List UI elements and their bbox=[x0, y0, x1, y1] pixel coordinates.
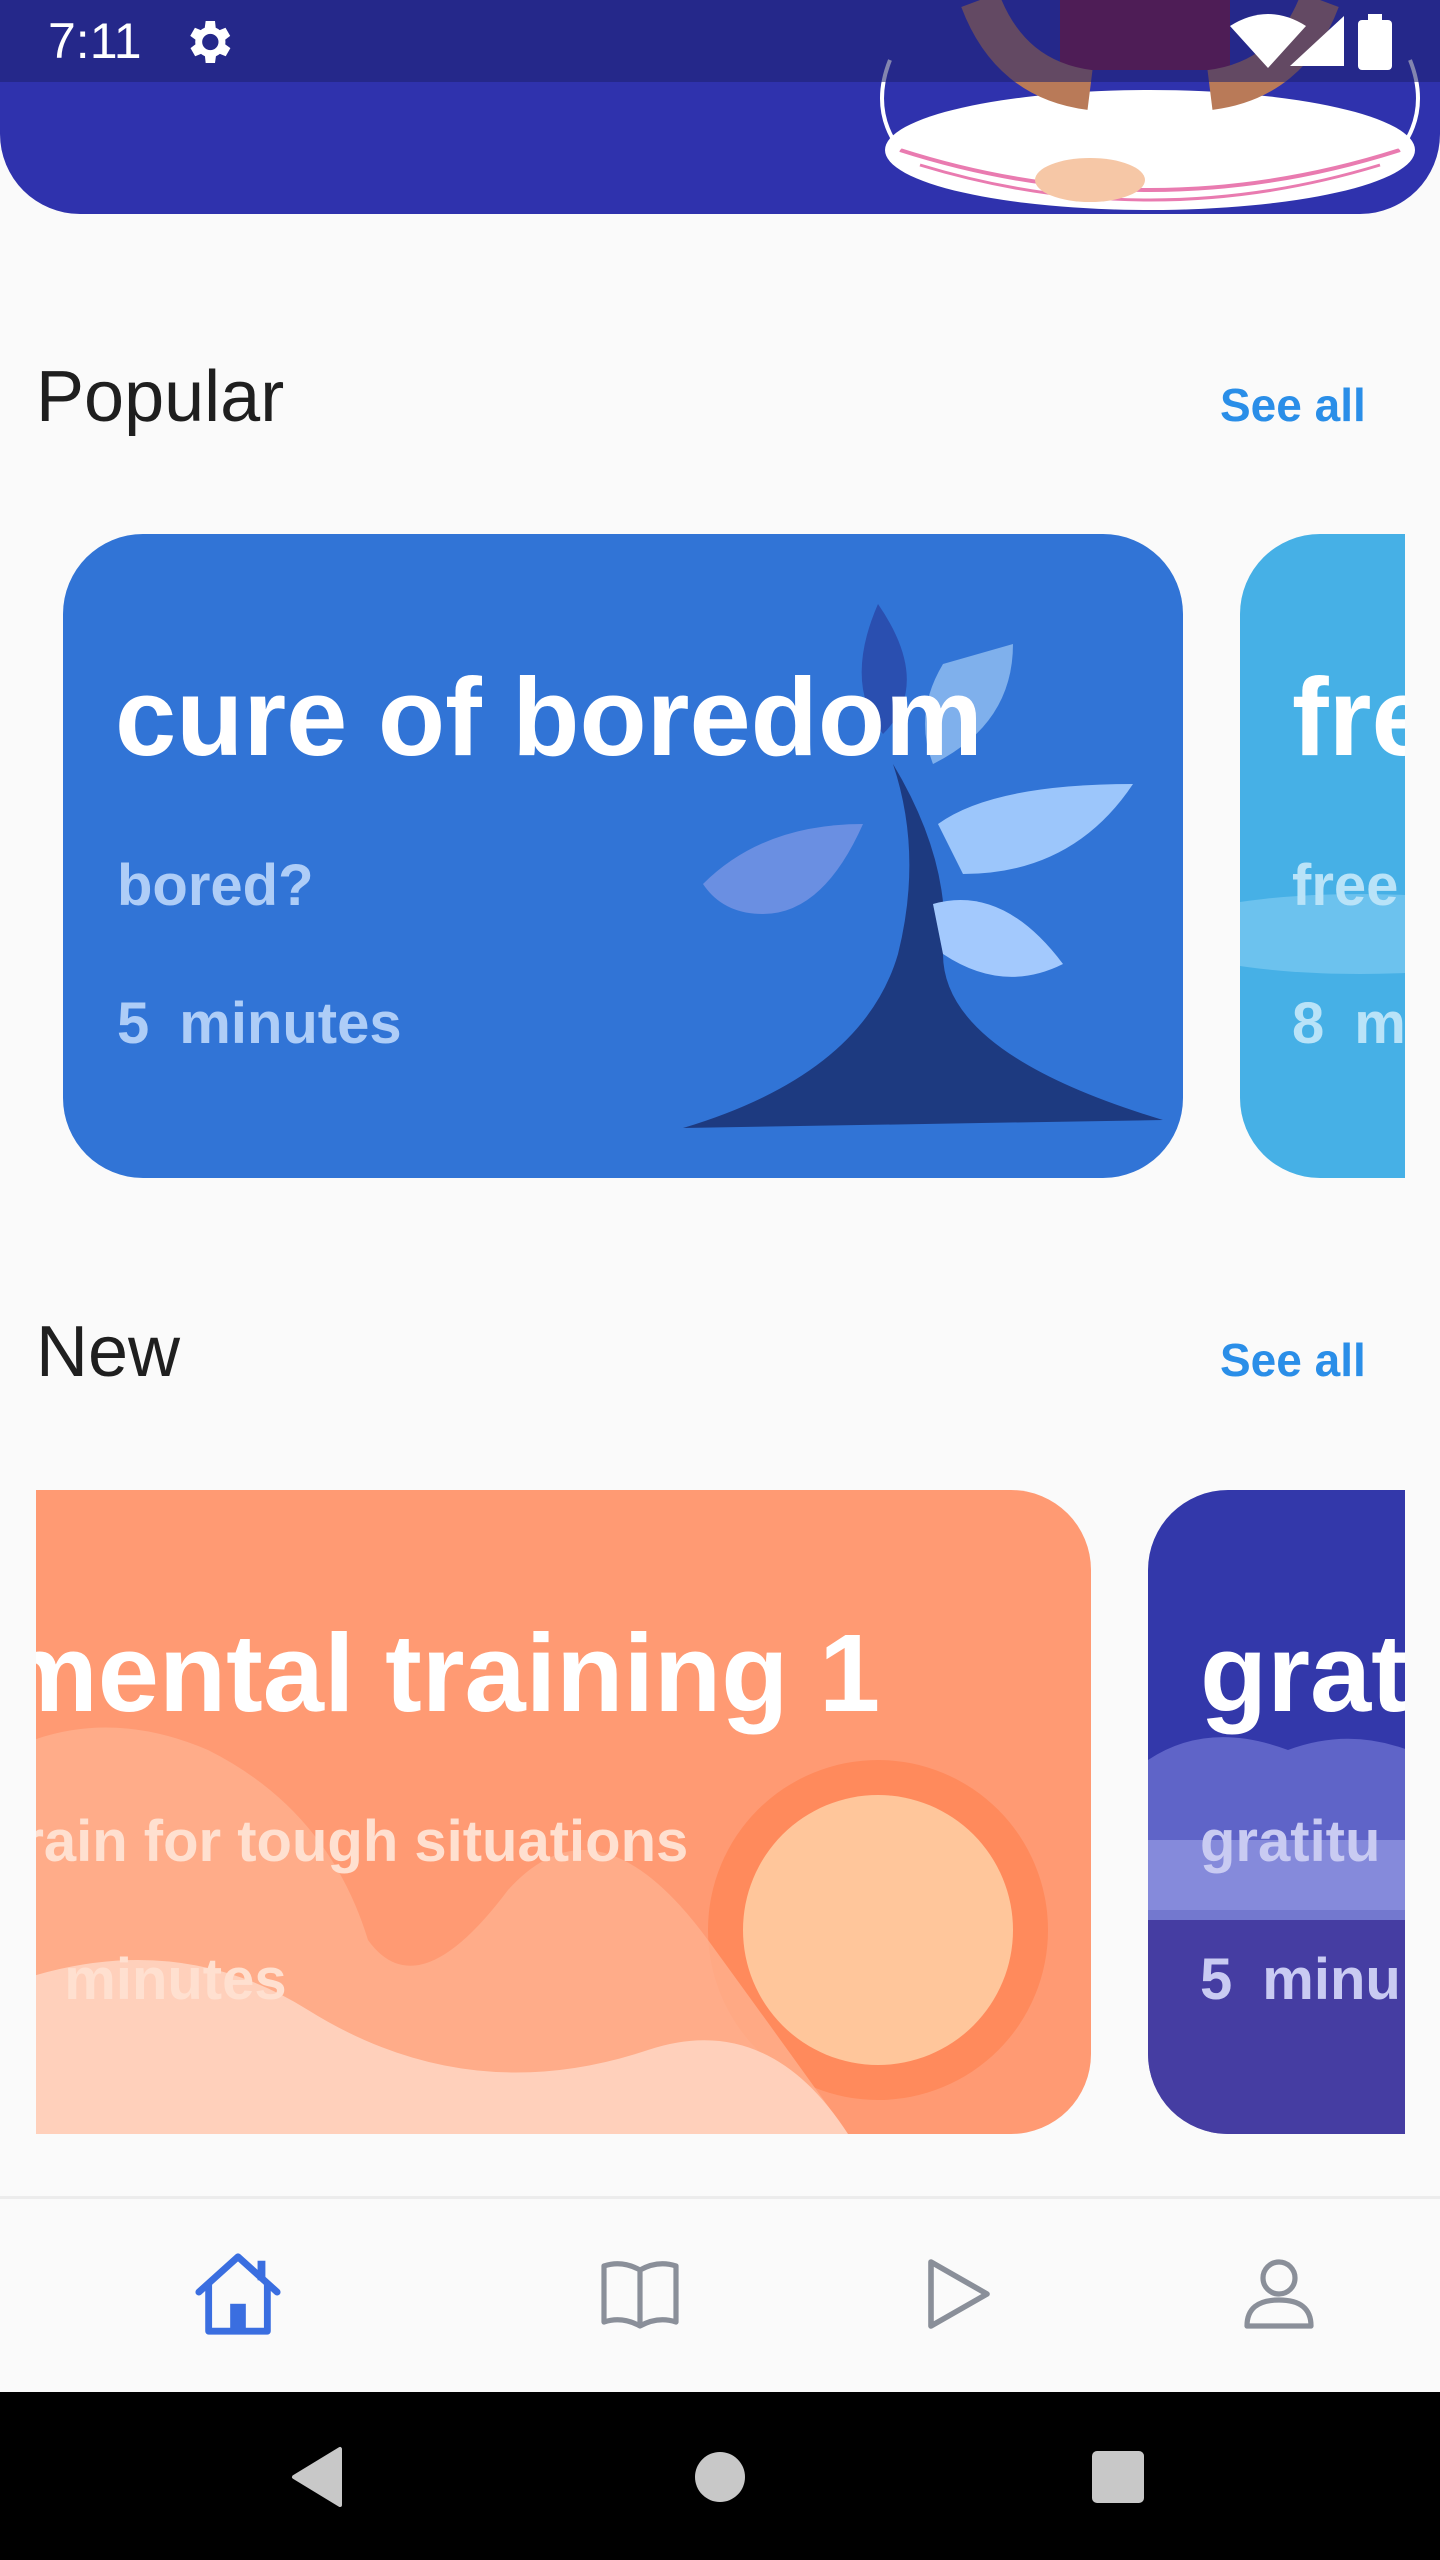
book-icon bbox=[601, 2261, 679, 2329]
new-carousel[interactable]: mental training 1 train for tough situat… bbox=[36, 1490, 1405, 2134]
battery-icon bbox=[1358, 14, 1392, 70]
card-title: grat bbox=[1200, 1612, 1405, 1735]
card-subtitle: bored? bbox=[117, 853, 314, 918]
card-duration: 5 minu bbox=[1200, 1946, 1405, 2013]
system-navigation-bar bbox=[0, 2392, 1440, 2560]
new-see-all-link[interactable]: See all bbox=[1220, 1333, 1366, 1387]
play-icon bbox=[928, 2259, 990, 2329]
card-title: cure of boredom bbox=[115, 656, 983, 779]
card-duration-unit: m bbox=[1354, 991, 1405, 1056]
recents-icon bbox=[1092, 2451, 1144, 2503]
card-duration-value: 5 bbox=[117, 991, 150, 1056]
nav-library[interactable] bbox=[580, 2239, 700, 2349]
popular-carousel[interactable]: cure of boredom bored? 5 minutes fre free… bbox=[0, 534, 1405, 1178]
home-icon bbox=[195, 2253, 281, 2335]
card-subtitle: free bbox=[1292, 853, 1399, 918]
system-home-button[interactable] bbox=[675, 2432, 765, 2522]
card-title: mental training 1 bbox=[36, 1612, 881, 1735]
card-free[interactable]: fre free 8m bbox=[1240, 534, 1405, 1178]
new-section-title: New bbox=[36, 1312, 181, 1392]
card-duration: 8m bbox=[1292, 990, 1405, 1057]
nav-profile[interactable] bbox=[1219, 2239, 1339, 2349]
bottom-navigation bbox=[0, 2196, 1440, 2395]
card-mental-training-1[interactable]: mental training 1 train for tough situat… bbox=[36, 1490, 1091, 2134]
card-duration-unit: minutes bbox=[64, 1947, 287, 2012]
popular-see-all-link[interactable]: See all bbox=[1220, 378, 1366, 432]
back-icon bbox=[292, 2447, 342, 2507]
card-cure-of-boredom[interactable]: cure of boredom bored? 5 minutes bbox=[63, 534, 1183, 1178]
status-time: 7:11 bbox=[48, 13, 142, 69]
nav-home[interactable] bbox=[178, 2239, 298, 2349]
signal-icon bbox=[1290, 16, 1344, 66]
card-duration: 5minutes bbox=[36, 1946, 317, 2013]
card-subtitle: gratitu bbox=[1200, 1809, 1381, 1874]
card-duration: 5 minutes bbox=[117, 990, 432, 1057]
system-back-button[interactable] bbox=[273, 2432, 363, 2522]
status-bar: 7:11 bbox=[0, 0, 1440, 82]
card-duration-unit: minutes bbox=[179, 991, 402, 1056]
popular-section-title: Popular bbox=[36, 357, 285, 437]
card-subtitle: train for tough situations bbox=[36, 1809, 689, 1874]
system-recents-button[interactable] bbox=[1073, 2432, 1163, 2522]
profile-icon bbox=[1244, 2259, 1314, 2329]
gear-icon bbox=[190, 21, 231, 63]
card-duration-value: 5 bbox=[1200, 1947, 1233, 2012]
nav-play[interactable] bbox=[898, 2239, 1018, 2349]
card-duration-value: 8 bbox=[1292, 991, 1325, 1056]
card-duration-unit: minu bbox=[1262, 1947, 1401, 2012]
home-circle-icon bbox=[695, 2452, 745, 2502]
card-title: fre bbox=[1292, 656, 1405, 779]
card-gratitude[interactable]: grat gratitu 5 minu bbox=[1148, 1490, 1405, 2134]
